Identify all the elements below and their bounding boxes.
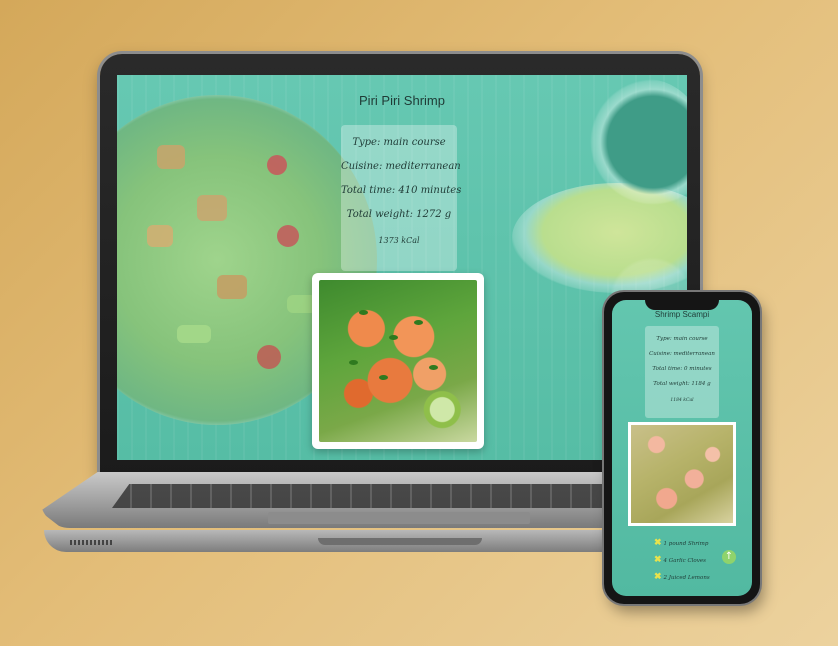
recipe-calories: 1373 kCal (378, 236, 420, 245)
shrimp-scampi-photo (631, 425, 733, 523)
check-icon: ✖ (654, 538, 662, 548)
check-icon: ✖ (654, 555, 662, 565)
recipe-type: Type: main course (656, 336, 708, 342)
recipe-info-card: Type: main course Cuisine: mediterranean… (341, 125, 462, 271)
keyboard (112, 484, 688, 508)
recipe-title: Piri Piri Shrimp (359, 93, 445, 108)
laptop-screen: Piri Piri Shrimp Type: main course Cuisi… (117, 75, 687, 460)
recipe-info-card: Type: main course Cuisine: mediterranean… (645, 326, 719, 418)
check-icon: ✖ (654, 572, 662, 582)
speaker-grille (70, 540, 114, 545)
recipe-cuisine: Cuisine: mediterranean (649, 351, 715, 357)
recipe-title: Shrimp Scampi (654, 310, 710, 319)
recipe-time: Total time: 0 minutes (652, 366, 712, 372)
recipe-calories: 1184 kCal (670, 398, 694, 403)
recipe-weight: Total weight: 1272 g (346, 209, 452, 220)
phone-screen: Shrimp Scampi Type: main course Cuisine:… (612, 300, 752, 596)
shrimp-photo (319, 280, 477, 442)
recipe-weight: Total weight: 1184 g (653, 381, 711, 387)
ingredient-item[interactable]: ✖ 2 Juiced Lemons (654, 572, 710, 589)
trackpad (268, 512, 530, 524)
phone-notch (645, 298, 719, 310)
laptop-notch (318, 538, 482, 545)
arrow-up-icon[interactable]: ↑ (722, 550, 736, 564)
recipe-time: Total time: 410 minutes (341, 185, 462, 196)
recipe-type: Type: main course (352, 137, 446, 148)
recipe-photo[interactable] (628, 422, 736, 526)
ingredient-item[interactable]: ✖ 4 Garlic Cloves (654, 555, 710, 572)
recipe-cuisine: Cuisine: mediterranean (341, 161, 461, 172)
ingredient-item[interactable]: ✖ 1 pound Shrimp (654, 538, 710, 555)
recipe-photo[interactable] (312, 273, 484, 449)
ingredient-list: ✖ 1 pound Shrimp ✖ 4 Garlic Cloves ✖ 2 Juic… (654, 538, 710, 589)
